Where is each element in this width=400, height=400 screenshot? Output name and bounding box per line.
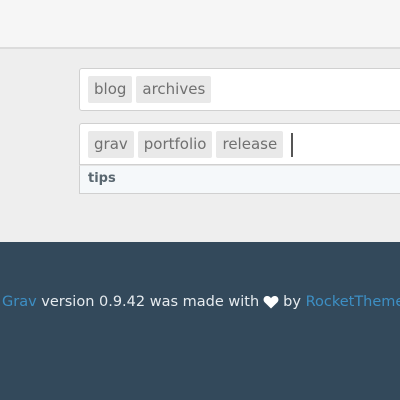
tag-blog[interactable]: blog [88,76,133,103]
tag-grav[interactable]: grav [88,131,134,158]
text-caret [291,132,294,157]
footer [0,242,400,400]
footer-credit: Grav version 0.9.42 was made with by Roc… [2,294,400,310]
tag-list: grav portfolio release [88,131,294,158]
tag-list: blog archives [88,76,215,103]
top-strip [0,0,400,49]
grav-link[interactable]: Grav [2,294,37,310]
version-text: version 0.9.42 was made with [41,294,260,310]
tag-archives[interactable]: archives [136,76,212,103]
rockettheme-link[interactable]: RocketTheme [306,294,400,310]
tags-tag-field[interactable]: grav portfolio release [79,123,400,165]
tag-release[interactable]: release [216,131,284,158]
categories-tag-field[interactable]: blog archives [79,68,400,111]
by-text: by [283,294,301,310]
suggestion-tips[interactable]: tips [88,171,116,186]
heart-icon [263,295,279,309]
tag-suggestion-dropdown: tips [79,165,400,194]
tag-portfolio[interactable]: portfolio [137,131,213,158]
